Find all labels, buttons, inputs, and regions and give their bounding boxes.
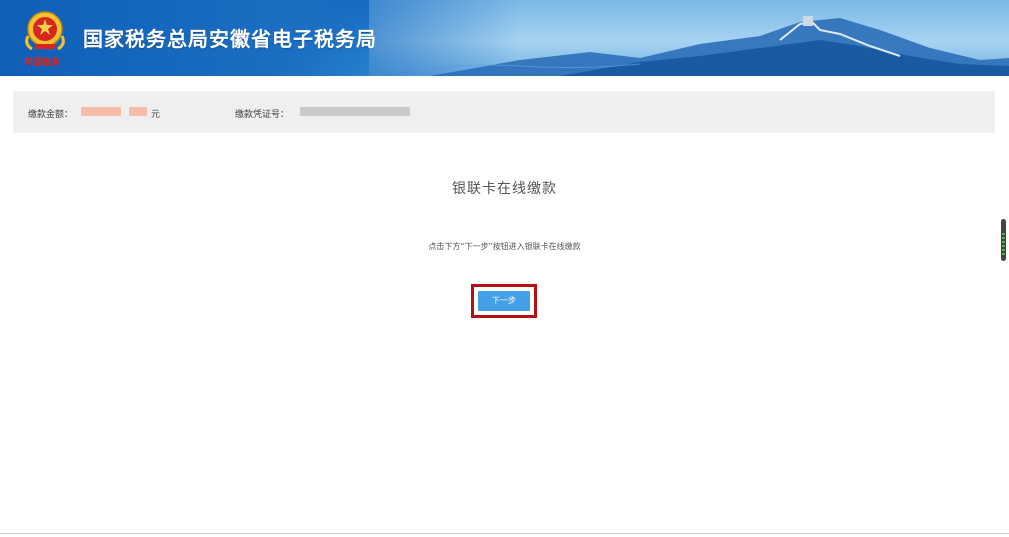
voucher-label: 缴款凭证号： bbox=[235, 110, 290, 120]
next-step-button[interactable]: 下一步 bbox=[478, 291, 530, 311]
instruction-text: 点击下方“下一步”按钮进入银联卡在线缴款 bbox=[428, 242, 581, 251]
page-title: 银联卡在线缴款 bbox=[452, 181, 557, 197]
bottom-divider bbox=[0, 533, 1009, 534]
amount-label: 缴款金额： bbox=[28, 110, 74, 120]
amount-unit: 元 bbox=[151, 110, 161, 120]
tax-emblem-icon bbox=[25, 11, 65, 51]
header-banner: 中国税务 国家税务总局安徽省电子税务局 bbox=[0, 0, 1009, 76]
voucher-value-redacted bbox=[300, 107, 410, 116]
amount-value-redacted-2 bbox=[129, 107, 147, 116]
scroll-indicator[interactable] bbox=[1001, 219, 1006, 261]
payment-info-bar: 缴款金额： 元 缴款凭证号： bbox=[13, 91, 995, 133]
emblem-caption: 中国税务 bbox=[24, 58, 61, 68]
amount-value-redacted bbox=[81, 107, 121, 116]
next-button-highlight: 下一步 bbox=[471, 284, 537, 318]
site-title: 国家税务总局安徽省电子税务局 bbox=[83, 27, 377, 51]
